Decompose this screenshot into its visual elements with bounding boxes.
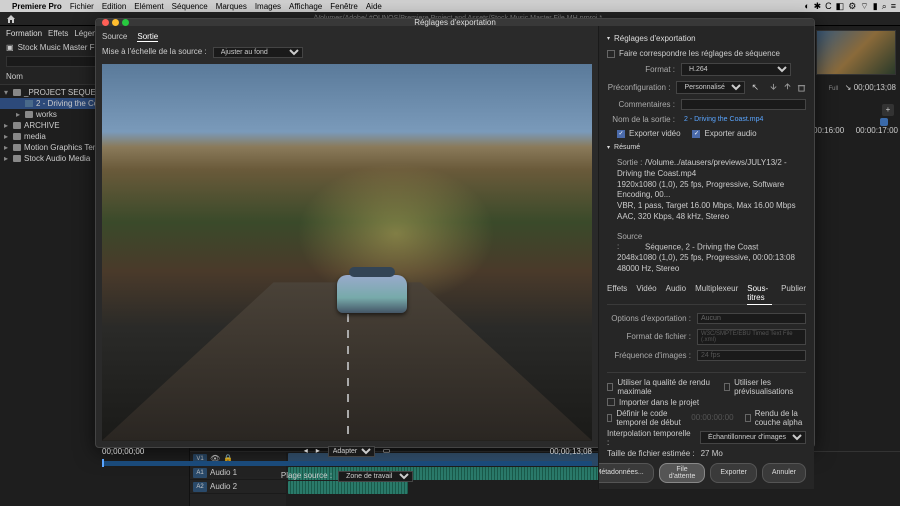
use-previews-checkbox[interactable] bbox=[724, 383, 730, 391]
summary-source: Source :Séquence, 2 - Driving the Coast … bbox=[607, 230, 806, 279]
tab-multiplexer[interactable]: Multiplexeur bbox=[695, 284, 738, 302]
tab-output[interactable]: Sortie bbox=[137, 32, 158, 42]
export-settings-header[interactable]: Réglages d'exportation bbox=[607, 32, 806, 45]
battery-icon[interactable]: ▮ bbox=[873, 1, 878, 12]
range-select[interactable]: Zone de travail bbox=[338, 471, 413, 482]
project-icon: ▣ bbox=[6, 43, 14, 52]
tab-effects[interactable]: Effets bbox=[48, 29, 68, 38]
tab-effects[interactable]: Effets bbox=[607, 284, 627, 302]
tab-publish[interactable]: Publier bbox=[781, 284, 806, 302]
add-marker-button[interactable]: + bbox=[882, 104, 894, 116]
import-project-checkbox[interactable] bbox=[607, 398, 615, 406]
dialog-titlebar[interactable]: Réglages d'exportation bbox=[96, 19, 814, 26]
fit-select[interactable]: Adapter bbox=[328, 446, 375, 457]
program-monitor: Full ↘ 00;00;13;08 + 00:16:0000:00:17:00 bbox=[810, 26, 900, 506]
control-center-icon[interactable]: ≡ bbox=[891, 1, 896, 12]
status-icon[interactable]: ◧ bbox=[836, 1, 845, 12]
search-icon[interactable]: ⌕ bbox=[882, 1, 887, 12]
max-quality-checkbox[interactable] bbox=[607, 383, 613, 391]
import-preset-icon[interactable] bbox=[783, 83, 792, 92]
cancel-button[interactable]: Annuler bbox=[762, 463, 806, 483]
app-name[interactable]: Premiere Pro bbox=[12, 2, 62, 11]
tab-learning[interactable]: Formation bbox=[6, 29, 42, 38]
metadata-button[interactable]: Métadonnées... bbox=[598, 463, 654, 483]
interpolation-select[interactable]: Échantillonneur d'images bbox=[700, 431, 806, 444]
zoom-icon[interactable] bbox=[122, 19, 129, 26]
tab-video[interactable]: Vidéo bbox=[636, 284, 656, 302]
range-label: Plage source : bbox=[281, 471, 332, 482]
format-select[interactable]: H.264 bbox=[681, 63, 791, 76]
export-audio-checkbox[interactable] bbox=[692, 130, 700, 138]
prev-frame-icon[interactable]: ◂ bbox=[304, 446, 308, 457]
menu-graphics[interactable]: Images bbox=[255, 2, 281, 11]
home-icon[interactable] bbox=[6, 14, 16, 24]
tab-audio[interactable]: Audio bbox=[666, 284, 686, 302]
car-illustration bbox=[337, 275, 407, 313]
wifi-icon[interactable]: ⌔ bbox=[860, 1, 868, 12]
menu-clip[interactable]: Elément bbox=[134, 2, 163, 11]
summary-header[interactable]: Résumé bbox=[607, 142, 806, 153]
menu-view[interactable]: Affichage bbox=[289, 2, 322, 11]
export-button[interactable]: Exporter bbox=[710, 463, 756, 483]
timeline-marker[interactable] bbox=[880, 118, 888, 126]
summary-output: Sortie :/Volume../atausers/previews/JULY… bbox=[607, 156, 806, 227]
caption-fps-select[interactable]: 24 fps bbox=[697, 350, 806, 361]
preset-select[interactable]: Personnalisé bbox=[676, 81, 745, 94]
queue-button[interactable]: File d'attente bbox=[659, 463, 706, 483]
alpha-checkbox[interactable] bbox=[745, 414, 750, 422]
macos-menubar: Premiere Pro Fichier Edition Elément Séq… bbox=[0, 0, 900, 12]
scale-label: Mise à l'échelle de la source : bbox=[102, 47, 207, 58]
dialog-title: Réglages d'exportation bbox=[414, 18, 496, 27]
output-filename[interactable]: 2 - Driving the Coast.mp4 bbox=[681, 115, 791, 124]
export-tabs: Effets Vidéo Audio Multiplexeur Sous-tit… bbox=[607, 284, 806, 305]
tab-source[interactable]: Source bbox=[102, 32, 127, 42]
caption-format-select[interactable]: W3C/SMPTE/EBU Timed Text File (.xml) bbox=[697, 329, 806, 345]
timeline-ruler: 00:16:0000:00:17:00 bbox=[813, 126, 898, 135]
menu-markers[interactable]: Marques bbox=[216, 2, 247, 11]
status-icon[interactable]: C bbox=[825, 1, 832, 12]
scale-select[interactable]: Ajuster au fond bbox=[213, 47, 303, 58]
export-dialog: Réglages d'exportation Source Sortie Mis… bbox=[95, 18, 815, 448]
status-icon[interactable]: ✱ bbox=[814, 1, 822, 12]
scrub-bar[interactable] bbox=[102, 461, 592, 466]
menu-edit[interactable]: Edition bbox=[102, 2, 126, 11]
tc-icon: ↘ bbox=[845, 83, 852, 92]
tab-captions[interactable]: Sous-titres bbox=[747, 284, 772, 305]
menu-file[interactable]: Fichier bbox=[70, 2, 94, 11]
status-icon[interactable]: ⚙ bbox=[848, 1, 856, 12]
close-icon[interactable] bbox=[102, 19, 109, 26]
comments-input[interactable] bbox=[681, 99, 806, 110]
export-video-checkbox[interactable] bbox=[617, 130, 625, 138]
cursor-icon: ↖ bbox=[751, 82, 759, 93]
status-icon[interactable]: ◐ bbox=[804, 1, 809, 12]
menubar-status: ◐ ✱ C ◧ ⚙ ⌔ ▮ ⌕ ≡ bbox=[804, 1, 896, 12]
delete-preset-icon[interactable] bbox=[797, 83, 806, 92]
caption-export-select[interactable]: Aucun bbox=[697, 313, 806, 324]
in-point-tc[interactable]: 00;00;00;00 bbox=[102, 447, 144, 456]
next-frame-icon[interactable]: ▸ bbox=[316, 446, 320, 457]
start-tc-checkbox[interactable] bbox=[607, 414, 612, 422]
minimize-icon[interactable] bbox=[112, 19, 119, 26]
match-sequence-checkbox[interactable] bbox=[607, 50, 615, 58]
menu-window[interactable]: Fenêtre bbox=[330, 2, 358, 11]
out-point-tc[interactable]: 00;00;13;08 bbox=[550, 447, 592, 456]
menu-sequence[interactable]: Séquence bbox=[172, 2, 208, 11]
save-preset-icon[interactable] bbox=[769, 83, 778, 92]
menu-help[interactable]: Aide bbox=[366, 2, 382, 11]
program-timecode: Full ↘ 00;00;13;08 bbox=[811, 79, 900, 96]
filesize-value: 27 Mo bbox=[701, 449, 723, 458]
export-preview[interactable] bbox=[102, 64, 592, 441]
aspect-icon[interactable]: ▭ bbox=[383, 446, 391, 457]
program-thumbnail bbox=[816, 30, 896, 75]
